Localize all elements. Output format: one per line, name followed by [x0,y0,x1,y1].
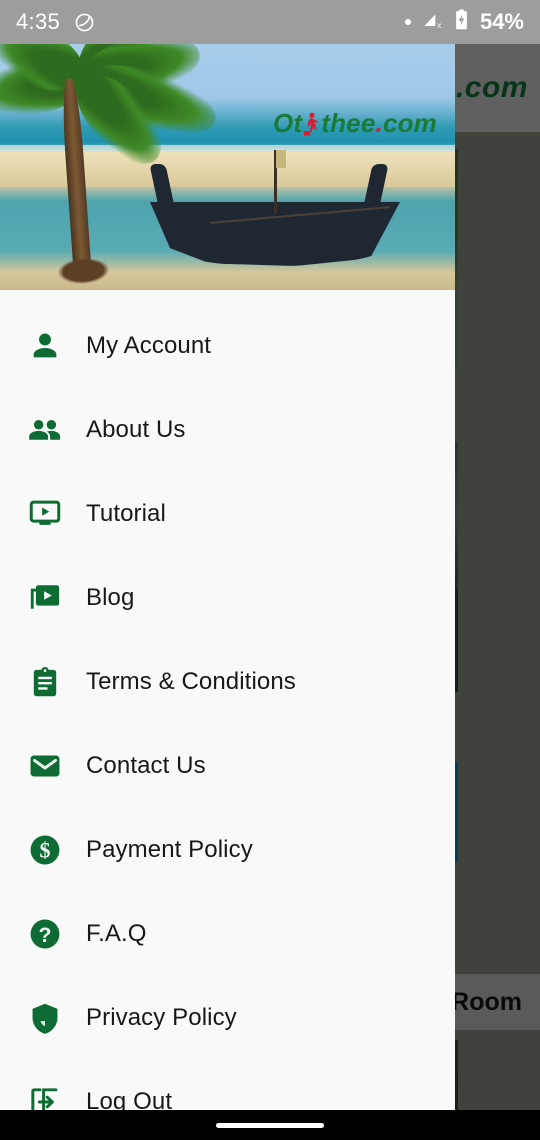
battery-percent-label: 54% [479,9,524,34]
status-bar-right-group: x 54% [404,8,524,36]
ondemand-video-icon [26,495,64,533]
video-library-icon [26,579,64,617]
logo-text-part3: com [382,108,437,138]
menu-item-payment-policy[interactable]: $ Payment Policy [0,808,455,892]
notification-dot-icon [404,19,411,25]
battery-charging-icon [453,8,470,36]
fishing-boat-graphic [149,150,400,266]
clipboard-assignment-icon [26,663,64,701]
logout-arrow-icon [26,1083,64,1110]
home-gesture-pill[interactable] [216,1122,324,1128]
menu-item-label: About Us [86,416,186,443]
system-navigation-bar [0,1110,540,1140]
walking-traveler-icon [303,112,320,136]
menu-item-label: Privacy Policy [86,1004,237,1031]
menu-item-label: F.A.Q [86,920,147,947]
shield-privacy-icon [26,999,64,1037]
menu-item-label: Log Out [86,1088,173,1110]
menu-item-about-us[interactable]: About Us [0,388,455,472]
menu-item-log-out[interactable]: Log Out [0,1060,455,1110]
phone-screen: e.com ULTRA HD 4K টাকায় Room [0,0,540,1140]
menu-item-contact-us[interactable]: Contact Us [0,724,455,808]
help-question-circle-icon: ? [26,915,64,953]
menu-item-label: My Account [86,332,212,359]
drawer-header-banner: Ot thee . com [0,44,455,290]
drawer-menu-list: My Account About Us Tutorial Blog Terms … [0,290,455,1110]
menu-item-label: Tutorial [86,500,166,527]
menu-item-privacy-policy[interactable]: Privacy Policy [0,976,455,1060]
person-icon [26,327,64,365]
menu-item-my-account[interactable]: My Account [0,304,455,388]
status-bar-clock: 4:35 [16,9,61,34]
do-not-disturb-icon [74,12,95,33]
menu-item-tutorial[interactable]: Tutorial [0,472,455,556]
app-logo: Ot thee . com [273,108,437,139]
menu-item-label: Payment Policy [86,836,253,863]
menu-item-label: Blog [86,584,135,611]
logo-text-part1: Ot [272,108,303,138]
svg-text:$: $ [40,838,51,863]
menu-item-faq[interactable]: ? F.A.Q [0,892,455,976]
svg-text:?: ? [39,923,52,947]
signal-no-service-icon: x [421,9,443,36]
navigation-drawer: Ot thee . com My Account About Us Tutori… [0,44,455,1110]
logo-text-part2: thee [321,108,376,138]
menu-item-label: Terms & Conditions [86,668,296,695]
menu-item-blog[interactable]: Blog [0,556,455,640]
svg-text:x: x [437,20,441,29]
dollar-circle-icon: $ [26,831,64,869]
menu-item-label: Contact Us [86,752,206,779]
menu-item-terms-conditions[interactable]: Terms & Conditions [0,640,455,724]
logo-dot: . [375,108,383,138]
people-group-icon [26,411,64,449]
status-bar: 4:35 x 54% [0,0,540,44]
email-envelope-icon [26,747,64,785]
